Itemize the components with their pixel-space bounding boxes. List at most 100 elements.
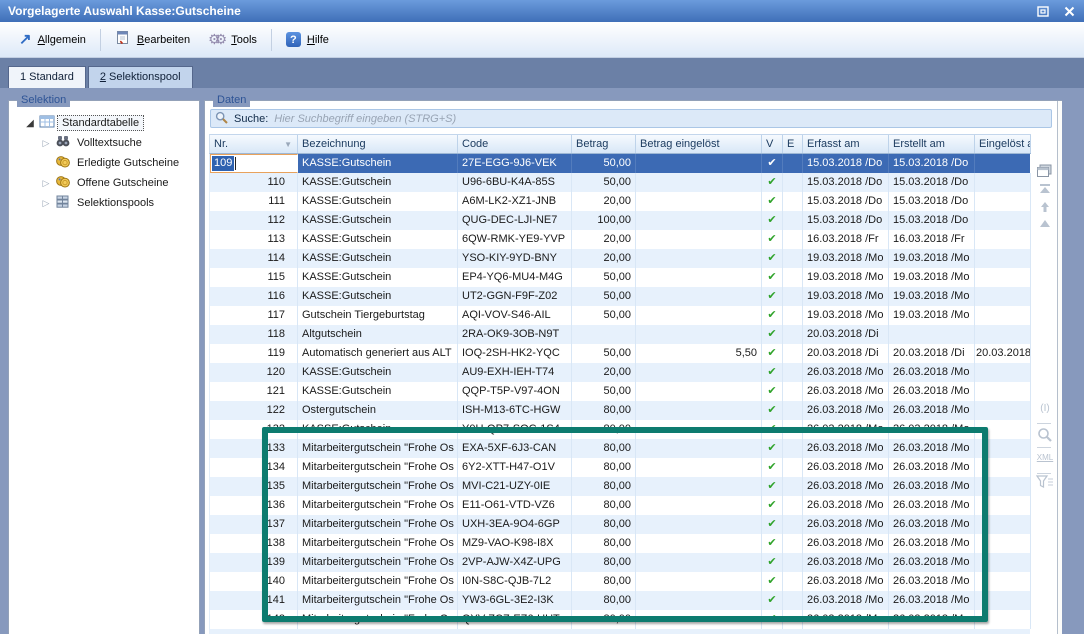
zoom-search-icon[interactable] [1035, 427, 1055, 446]
search-bar[interactable]: Suche: [210, 109, 1052, 128]
cell-e [783, 249, 803, 268]
cell-being [636, 591, 762, 610]
menu-item-label: Tools [231, 34, 257, 46]
table-row[interactable]: 137Mitarbeitergutschein "Frohe OsUXH-3EA… [210, 515, 1030, 534]
column-header-v[interactable]: V [762, 135, 783, 153]
table-row[interactable]: 132KASSE:GutscheinY0U-QP7-SOC-1S480,00✔2… [210, 420, 1030, 439]
tree-item-label: Selektionspools [73, 196, 158, 210]
column-header-eing[interactable]: Eingelöst a [975, 135, 1031, 153]
cell-e [783, 458, 803, 477]
table-row[interactable]: 133Mitarbeitergutschein "Frohe OsEXA-5XF… [210, 439, 1030, 458]
nr-inline-editor[interactable]: 109 [210, 154, 298, 173]
cell-nr: 121 [210, 382, 298, 401]
table-row[interactable]: 136Mitarbeitergutschein "Frohe OsE11-O61… [210, 496, 1030, 515]
table-row[interactable]: 142Mitarbeitergutschein "Frohe OsQYV-ZCZ… [210, 610, 1030, 629]
column-header-e[interactable]: E [783, 135, 803, 153]
cell-erst: 26.03.2018 /Mo [889, 477, 975, 496]
tree-item-standardtabelle[interactable]: ◢Standardtabelle [9, 113, 199, 133]
column-header-betrag[interactable]: Betrag [572, 135, 636, 153]
scroll-to-top-icon[interactable] [1035, 183, 1055, 198]
check-icon: ✔ [767, 499, 776, 511]
cell-betrag: 80,00 [572, 477, 636, 496]
cell-erst [889, 325, 975, 344]
menu-item-allgemein[interactable]: ↗Allgemein [10, 27, 95, 53]
filter-icon[interactable] [1035, 475, 1055, 492]
expander-closed-icon[interactable]: ▷ [39, 178, 53, 189]
table-row[interactable]: 118Altgutschein2RA-OK9-3OB-N9T✔20.03.201… [210, 325, 1030, 344]
cell-being [636, 496, 762, 515]
restore-icon[interactable] [1036, 4, 1050, 18]
cell-v: ✔ [762, 363, 783, 382]
menu-item-label: Bearbeiten [137, 34, 190, 46]
table-row[interactable]: 122OstergutscheinISH-M13-6TC-HGW80,00✔26… [210, 401, 1030, 420]
table-row[interactable]: 112KASSE:GutscheinQUG-DEC-LJI-NE7100,00✔… [210, 211, 1030, 230]
table-row[interactable]: 141Mitarbeitergutschein "Frohe OsYW3-6GL… [210, 591, 1030, 610]
sort-descending-icon: ▼ [284, 136, 292, 153]
menu-item-hilfe[interactable]: ?Hilfe [277, 27, 338, 53]
scroll-page-up-icon[interactable] [1035, 201, 1055, 216]
cell-v: ✔ [762, 534, 783, 553]
cell-bez: Mitarbeitergutschein "Frohe Os [298, 515, 458, 534]
cell-v: ✔ [762, 515, 783, 534]
expander-closed-icon[interactable]: ▷ [39, 138, 53, 149]
tab-2-selektionspool[interactable]: 2 Selektionspool [88, 66, 193, 88]
scrollbar-track[interactable] [1057, 101, 1062, 634]
menu-item-tools[interactable]: ⚙⚙Tools [199, 27, 266, 53]
table-row[interactable]: 120KASSE:GutscheinAU9-EXH-IEH-T7420,00✔2… [210, 363, 1030, 382]
cell-being [636, 249, 762, 268]
column-chooser-icon[interactable] [1035, 163, 1055, 181]
cell-v: ✔ [762, 458, 783, 477]
tree-item-volltextsuche[interactable]: ▷Volltextsuche [9, 133, 199, 153]
column-header-erf[interactable]: Erfasst am [803, 135, 889, 153]
table-row[interactable]: 109KASSE:Gutschein27E-EGG-9J6-VEK50,00✔1… [210, 154, 1030, 173]
cell-erf: 15.03.2018 /Do [803, 154, 889, 173]
expander-closed-icon[interactable]: ▷ [39, 198, 53, 209]
cell-eing [975, 173, 1031, 192]
expander-open-icon[interactable]: ◢ [23, 118, 37, 129]
table-row[interactable]: 114KASSE:GutscheinYSO-KIY-9YD-BNY20,00✔1… [210, 249, 1030, 268]
table-row[interactable]: 134Mitarbeitergutschein "Frohe Os6Y2-XTT… [210, 458, 1030, 477]
table-row[interactable]: 121KASSE:GutscheinQQP-T5P-V97-4ON50,00✔2… [210, 382, 1030, 401]
table-row[interactable]: 117Gutschein TiergeburtstagAQI-VOV-S46-A… [210, 306, 1030, 325]
cell-e [783, 534, 803, 553]
search-input[interactable] [274, 113, 1047, 125]
table-row[interactable]: 115KASSE:GutscheinEP4-YQ6-MU4-M4G50,00✔1… [210, 268, 1030, 287]
table-row[interactable]: 111KASSE:GutscheinA6M-LK2-XZ1-JNB20,00✔1… [210, 192, 1030, 211]
tree-item-selektionspools[interactable]: ▷ Selektionspools [9, 193, 199, 213]
column-header-code[interactable]: Code [458, 135, 572, 153]
cell-bez: KASSE:Gutschein [298, 154, 458, 173]
column-header-being[interactable]: Betrag eingelöst [636, 135, 762, 153]
cell-bez: Mitarbeitergutschein "Frohe Os [298, 610, 458, 629]
table-row[interactable]: 140Mitarbeitergutschein "Frohe OsI0N-S8C… [210, 572, 1030, 591]
cell-erf: 26.03.2018 /Mo [803, 420, 889, 439]
table-row[interactable]: 116KASSE:GutscheinUT2-GGN-F9F-Z0250,00✔1… [210, 287, 1030, 306]
column-header-nr[interactable]: Nr.▼ [210, 135, 298, 153]
table-row[interactable]: 138Mitarbeitergutschein "Frohe OsMZ9-VAO… [210, 534, 1030, 553]
tree-item-offene-gutscheine[interactable]: ▷Offene Gutscheine [9, 173, 199, 193]
table-row[interactable]: 119Automatisch generiert aus ALTIOQ-2SH-… [210, 344, 1030, 363]
cell-eing [975, 211, 1031, 230]
table-row[interactable]: 135Mitarbeitergutschein "Frohe OsMVI-C21… [210, 477, 1030, 496]
cell-betrag: 50,00 [572, 287, 636, 306]
column-width-icon[interactable]: (I) [1035, 403, 1055, 414]
column-header-erst[interactable]: Erstellt am [889, 135, 975, 153]
table-row[interactable]: 113KASSE:Gutschein6QW-RMK-YE9-YVP20,00✔1… [210, 230, 1030, 249]
tab-1-standard[interactable]: 1 Standard [8, 66, 86, 88]
cell-v: ✔ [762, 211, 783, 230]
cell-bez: KASSE:Gutschein [298, 211, 458, 230]
table-row[interactable]: 139Mitarbeitergutschein "Frohe Os2VP-AJW… [210, 553, 1030, 572]
column-header-bez[interactable]: Bezeichnung [298, 135, 458, 153]
check-icon: ✔ [767, 404, 776, 416]
cell-nr: 134 [210, 458, 298, 477]
table-row[interactable]: 110KASSE:GutscheinU96-6BU-K4A-85S50,00✔1… [210, 173, 1030, 192]
selektion-group-label: Selektion [17, 93, 70, 107]
close-icon[interactable] [1062, 4, 1076, 18]
cell-betrag: 80,00 [572, 534, 636, 553]
tree-item-erledigte-gutscheine[interactable]: Erledigte Gutscheine [9, 153, 199, 173]
cell-erf: 26.03.2018 /Mo [803, 401, 889, 420]
cell-nr: 132 [210, 420, 298, 439]
xml-export-icon[interactable]: XML [1035, 453, 1055, 462]
menu-item-bearbeiten[interactable]: Bearbeiten [106, 27, 199, 53]
scroll-up-icon[interactable] [1035, 219, 1055, 232]
cell-eing [975, 420, 1031, 439]
